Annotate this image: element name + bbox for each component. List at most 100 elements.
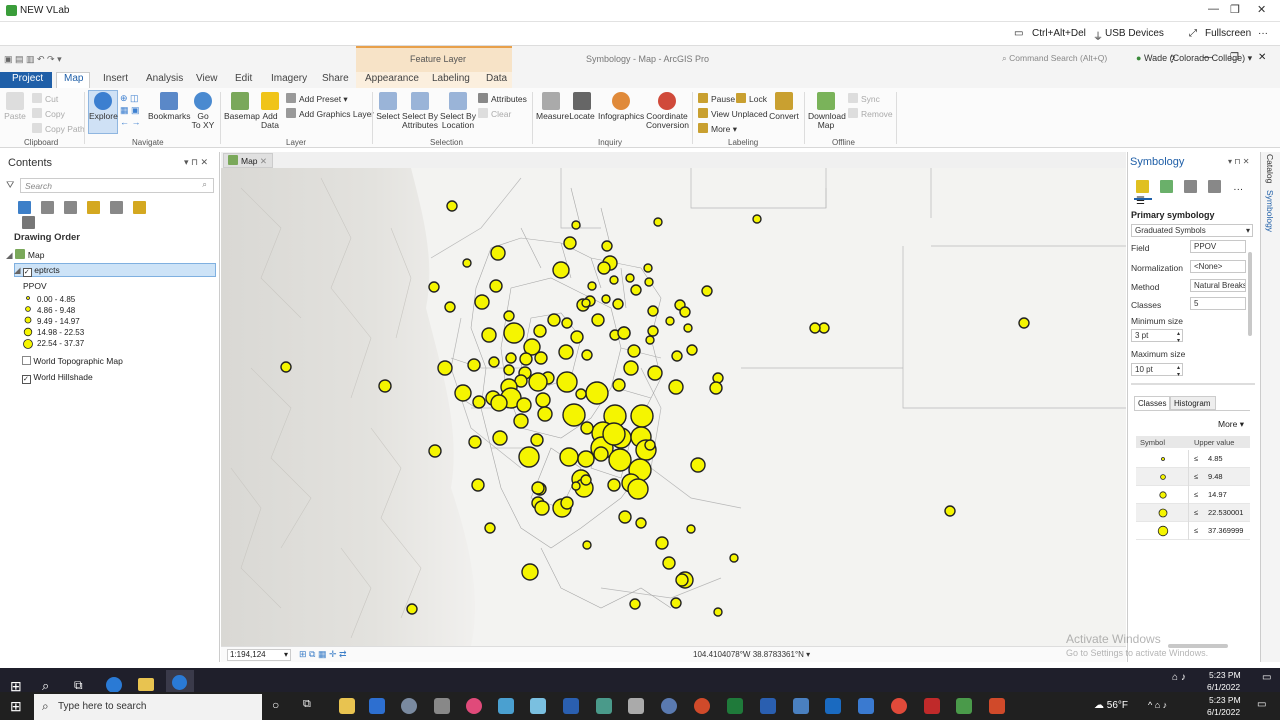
- calculator-icon[interactable]: [628, 698, 644, 714]
- locate-button[interactable]: Locate: [568, 92, 596, 121]
- paste-button[interactable]: Paste: [4, 92, 26, 121]
- contents-search-input[interactable]: Search ⌕: [20, 178, 214, 193]
- mail-icon[interactable]: [793, 698, 809, 714]
- clear-button[interactable]: Clear: [478, 108, 511, 119]
- taskbar-search-box[interactable]: ⌕ Type here to search: [34, 694, 262, 720]
- select-by-location-button[interactable]: Select By Location: [440, 92, 476, 130]
- vlab-minimize-button[interactable]: —: [1208, 3, 1219, 15]
- file-explorer-icon[interactable]: [339, 698, 355, 714]
- bookmarks-button[interactable]: Bookmarks: [148, 92, 191, 121]
- class-row[interactable]: ≤4.85: [1136, 450, 1250, 468]
- method-dropdown[interactable]: Natural Breaks: [1190, 279, 1246, 292]
- ctrl-alt-del-button[interactable]: Ctrl+Alt+Del: [1032, 28, 1086, 39]
- minimize-button[interactable]: —: [1203, 52, 1213, 63]
- itunes-icon[interactable]: [466, 698, 482, 714]
- infographics-button[interactable]: Infographics: [598, 92, 644, 121]
- app-icon-7[interactable]: [989, 698, 1005, 714]
- r-icon[interactable]: [661, 698, 677, 714]
- tab-histogram[interactable]: Histogram: [1170, 396, 1216, 410]
- class-row[interactable]: ≤22.530001: [1136, 504, 1250, 522]
- minimum-size-input[interactable]: 3 pt ▴ ▾: [1131, 329, 1183, 344]
- tab-analysis[interactable]: Analysis: [146, 73, 183, 84]
- close-button[interactable]: ✕: [1258, 52, 1266, 63]
- add-preset-button[interactable]: Add Preset ▾: [286, 93, 348, 105]
- app-icon-4[interactable]: [530, 698, 546, 714]
- labeling-more-button[interactable]: More ▾: [698, 123, 737, 135]
- measure-button[interactable]: Measure: [536, 92, 569, 121]
- map-view[interactable]: [221, 168, 1126, 646]
- maximum-size-input[interactable]: 10 pt ▴ ▾: [1131, 363, 1183, 378]
- select-by-attributes-button[interactable]: Select By Attributes: [402, 92, 438, 130]
- app-icon-3[interactable]: [498, 698, 514, 714]
- class-row[interactable]: ≤37.369999: [1136, 522, 1250, 540]
- cortana-icon[interactable]: ○: [272, 698, 279, 712]
- navigate-small-tools[interactable]: ⊕ ◫ ▦ ▣ ← →: [120, 92, 146, 130]
- notifications-icon[interactable]: ▭: [1257, 699, 1266, 710]
- app-icon[interactable]: [401, 698, 417, 714]
- download-map-button[interactable]: Download Map: [808, 92, 846, 130]
- copy-button[interactable]: Copy: [32, 108, 65, 119]
- add-graphics-layer-button[interactable]: Add Graphics Layer: [286, 108, 374, 119]
- view-unplaced-button[interactable]: View Unplaced: [698, 108, 768, 119]
- app-icon-6[interactable]: [596, 698, 612, 714]
- usb-devices-button[interactable]: USB Devices: [1105, 28, 1164, 39]
- maximize-button[interactable]: ❐: [1230, 52, 1239, 63]
- class-row[interactable]: ≤14.97: [1136, 486, 1250, 504]
- copy-path-button[interactable]: Copy Path: [32, 123, 85, 134]
- explore-button[interactable]: Explore: [89, 92, 118, 121]
- acrobat-icon[interactable]: [924, 698, 940, 714]
- lock-button[interactable]: Lock: [736, 93, 767, 104]
- app-icon-2[interactable]: [434, 698, 450, 714]
- normalization-dropdown[interactable]: <None>: [1190, 260, 1246, 273]
- tray-icons[interactable]: ⌂ ♪: [1172, 672, 1186, 683]
- fullscreen-button[interactable]: Fullscreen: [1205, 28, 1251, 39]
- catalog-side-tab[interactable]: Catalog: [1265, 154, 1275, 183]
- tab-share[interactable]: Share: [322, 73, 349, 84]
- filter-icon[interactable]: ⛛: [6, 180, 14, 191]
- splitter[interactable]: [1131, 383, 1255, 385]
- notifications-icon[interactable]: ▭: [1262, 672, 1271, 683]
- goto-xy-button[interactable]: Go To XY: [190, 92, 216, 130]
- quick-access-toolbar[interactable]: ▣ ▤ ▥ ↶ ↷ ▾: [4, 54, 74, 64]
- tab-appearance[interactable]: Appearance: [365, 73, 419, 84]
- attributes-button[interactable]: Attributes: [478, 93, 527, 104]
- excel-icon[interactable]: [727, 698, 743, 714]
- task-view-icon[interactable]: ⧉: [74, 678, 83, 693]
- task-view-icon[interactable]: ⧉: [303, 698, 311, 711]
- basemap-button[interactable]: Basemap: [224, 92, 260, 121]
- map-view-tab[interactable]: Map ✕: [223, 153, 273, 168]
- windows-start-icon[interactable]: ⊞: [10, 698, 22, 715]
- coordinate-conversion-button[interactable]: Coordinate Conversion: [646, 92, 689, 130]
- word-icon[interactable]: [760, 698, 776, 714]
- class-row[interactable]: ≤9.48: [1136, 468, 1250, 486]
- convert-button[interactable]: Convert: [768, 92, 800, 121]
- tab-map[interactable]: Map: [64, 73, 83, 84]
- vlab-maximize-button[interactable]: ❐: [1230, 3, 1240, 16]
- tab-view[interactable]: View: [196, 73, 218, 84]
- tab-imagery[interactable]: Imagery: [271, 73, 307, 84]
- contents-view-toolbar[interactable]: [18, 201, 166, 229]
- tab-labeling[interactable]: Labeling: [432, 73, 470, 84]
- tab-classes[interactable]: Classes: [1134, 396, 1170, 410]
- layer-eptrcts[interactable]: ◢ ✓ eptrcts: [14, 265, 60, 277]
- app-icon-5[interactable]: [563, 698, 579, 714]
- symbology-side-tab[interactable]: Symbology: [1265, 190, 1275, 232]
- classes-input[interactable]: 5: [1190, 297, 1246, 310]
- tab-insert[interactable]: Insert: [103, 73, 128, 84]
- add-data-button[interactable]: Add Data: [258, 92, 282, 130]
- vlab-close-button[interactable]: ✕: [1257, 3, 1266, 16]
- weather-widget[interactable]: ☁ 56°F: [1094, 700, 1128, 711]
- symbology-type-dropdown[interactable]: Graduated Symbols ▾: [1131, 224, 1253, 237]
- outlook-icon[interactable]: [825, 698, 841, 714]
- field-dropdown[interactable]: PPOV: [1190, 240, 1246, 253]
- sync-button[interactable]: Sync: [848, 93, 880, 104]
- scale-selector[interactable]: 1:194,124 ▾: [227, 649, 291, 661]
- file-explorer-icon[interactable]: [138, 678, 154, 691]
- chrome-icon[interactable]: [891, 698, 907, 714]
- pane-options[interactable]: ▾ ⊓ ✕: [1228, 157, 1249, 166]
- layer-world-topographic[interactable]: World Topographic Map: [22, 356, 123, 366]
- powerpoint-icon[interactable]: [694, 698, 710, 714]
- map-status-tools[interactable]: ⊞ ⧉ ▦ ✛ ⇄: [299, 649, 347, 660]
- more-button[interactable]: ···: [1258, 28, 1268, 39]
- tab-edit[interactable]: Edit: [235, 73, 252, 84]
